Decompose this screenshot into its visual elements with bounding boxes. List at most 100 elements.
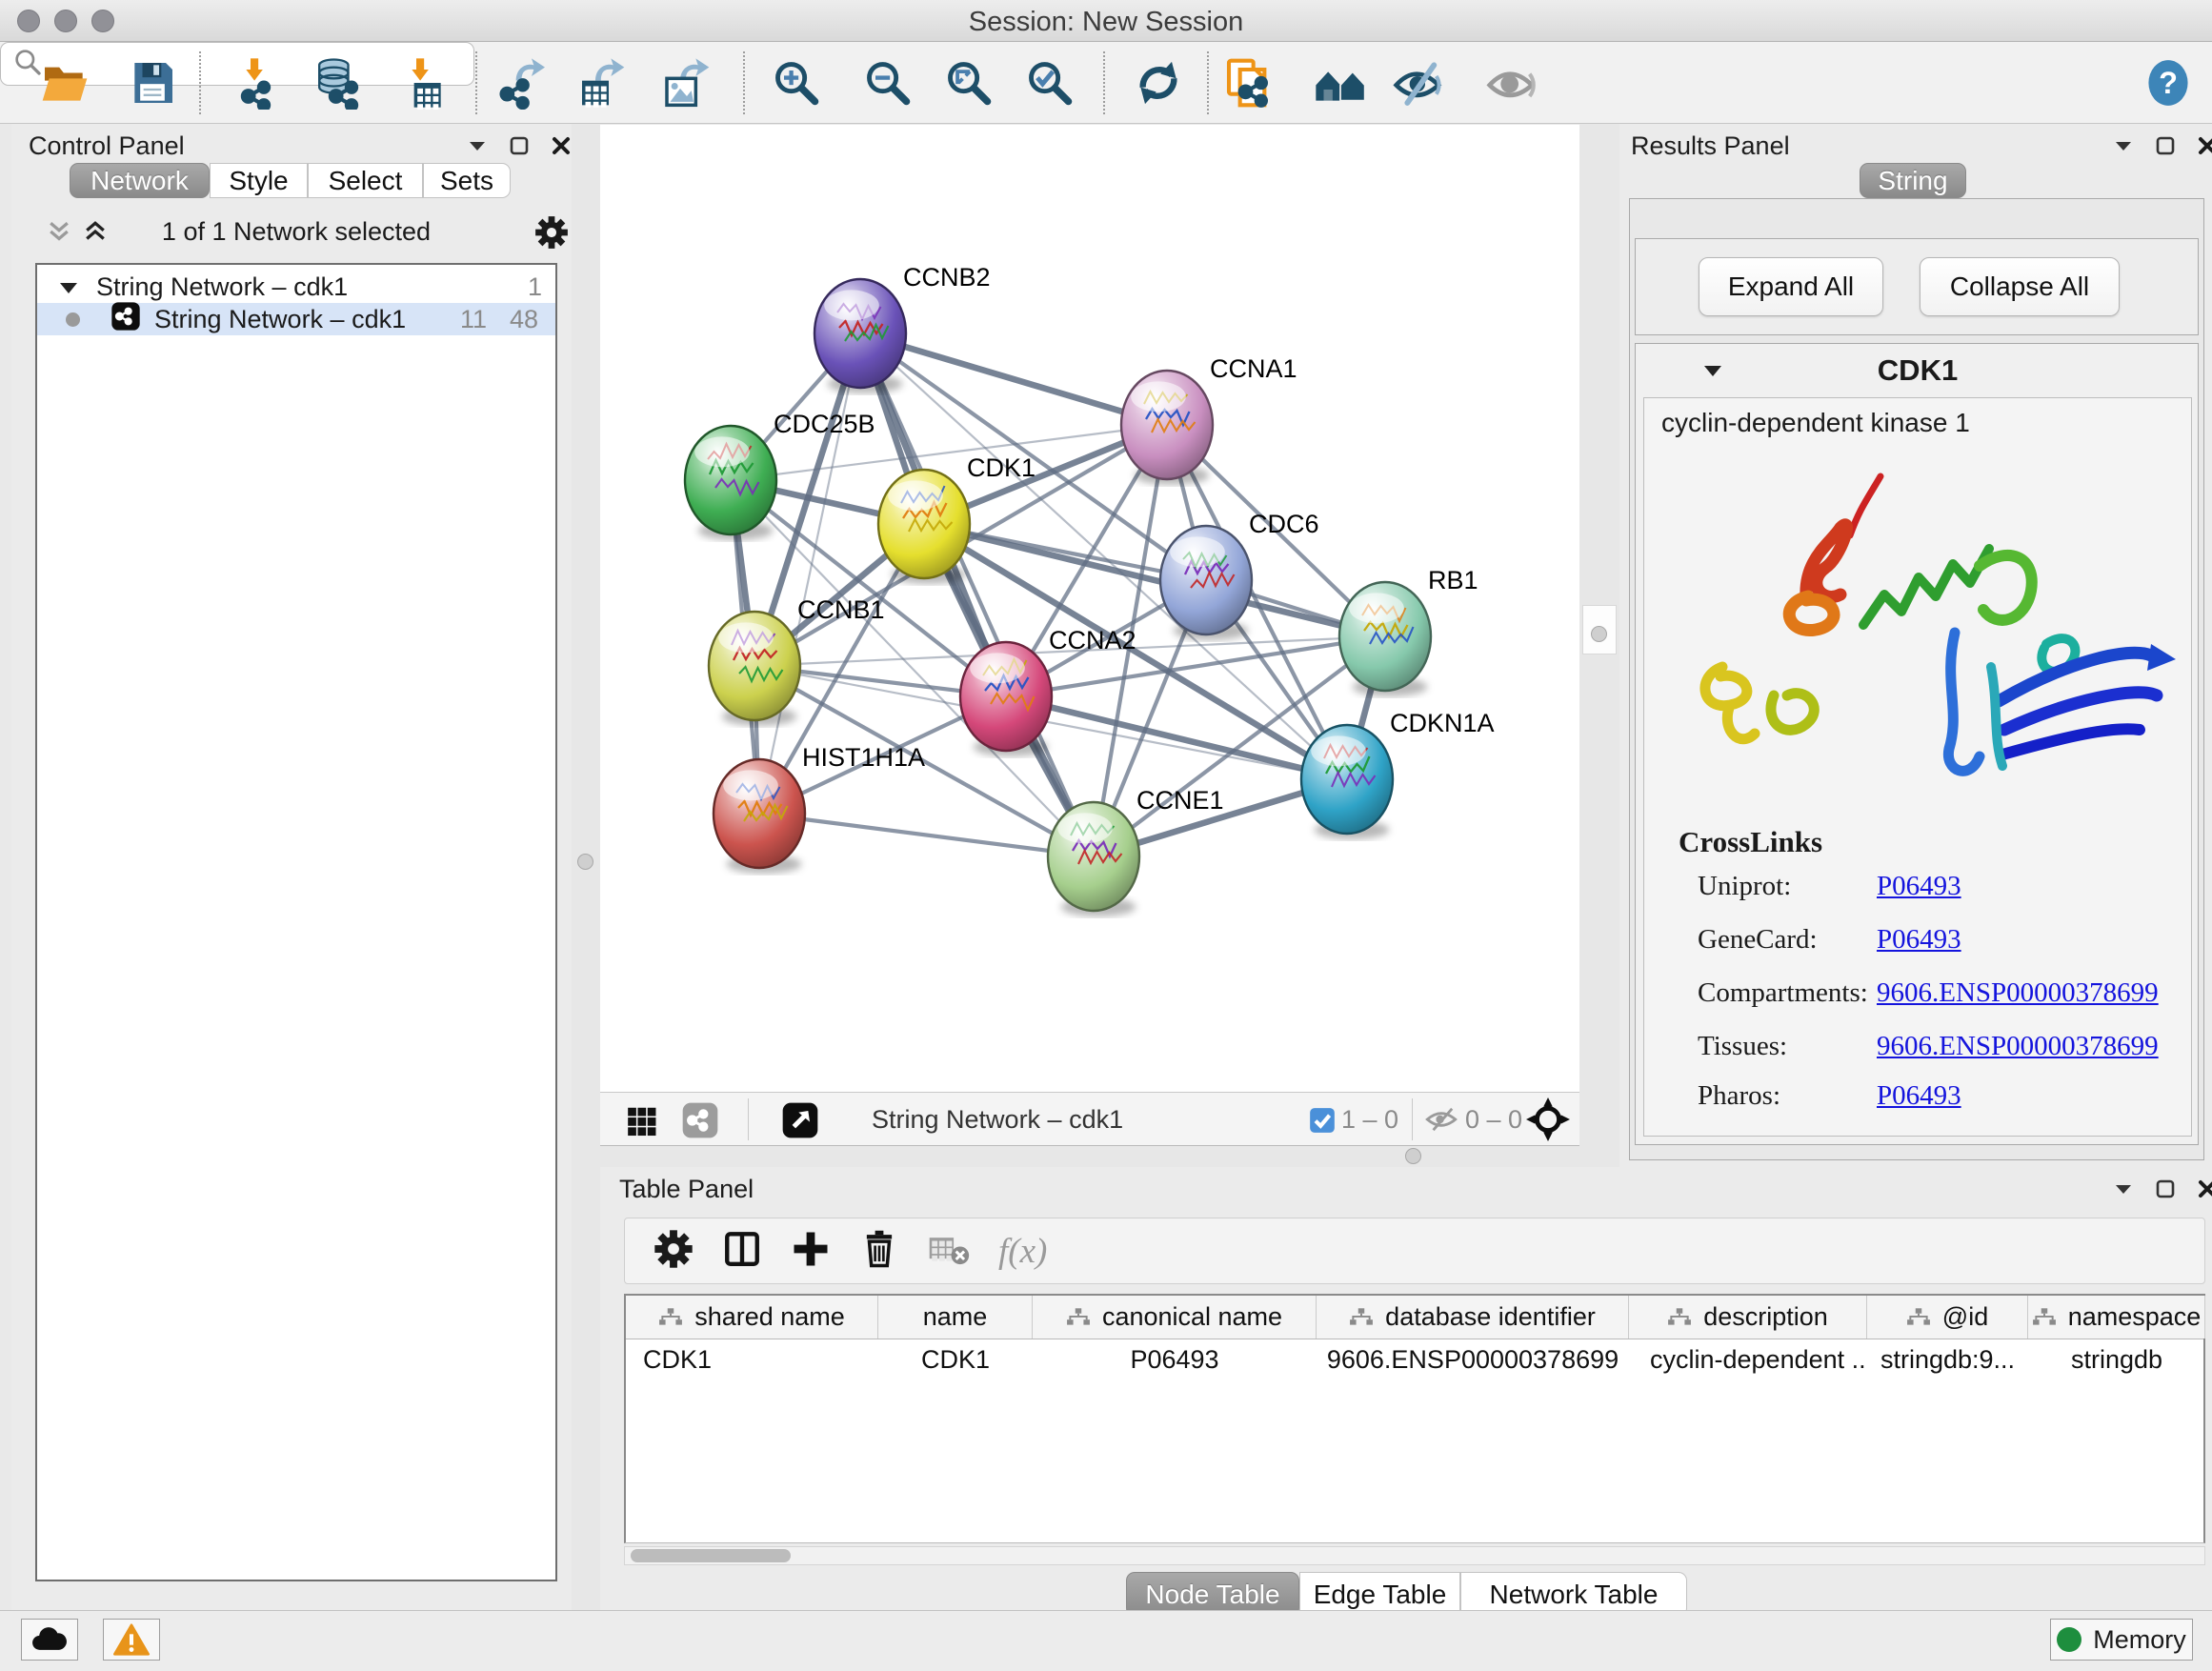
tab-select[interactable]: Select — [308, 163, 423, 198]
node-label-CCNB1: CCNB1 — [797, 595, 885, 624]
zoom-fit-icon[interactable] — [942, 56, 995, 110]
grid-view-icon[interactable] — [625, 1103, 661, 1144]
node-CCNB2[interactable]: CCNB2 — [814, 263, 991, 393]
tab-network[interactable]: Network — [70, 163, 210, 198]
node-CDK1[interactable]: CDK1 — [878, 453, 1036, 584]
cloud-button[interactable] — [21, 1619, 78, 1661]
node-CCNE1[interactable]: CCNE1 — [1048, 786, 1224, 916]
edge-CCNB2-CCNA1[interactable] — [860, 333, 1167, 425]
expand-all-button[interactable]: Expand All — [1699, 257, 1883, 316]
save-session-icon[interactable] — [126, 56, 179, 110]
status-bar: Memory — [0, 1610, 2212, 1671]
memory-label: Memory — [2093, 1625, 2186, 1655]
column-header-shared-name[interactable]: shared name — [626, 1296, 878, 1339]
table-panel: Table Panel f(x) shared nameCDK1nameCDK1… — [600, 1167, 2212, 1610]
string-network-graph[interactable]: CCNB2CCNA1CDC25BCDK1CDC6RB1CCNB1CCNA2CDK… — [600, 125, 1579, 1092]
tab-style[interactable]: Style — [210, 163, 308, 198]
edge-CCNB2-HIST1H1A[interactable] — [759, 333, 860, 814]
control-panel-close-icon[interactable] — [551, 135, 572, 161]
gene-symbol-heading: CDK1 — [1636, 353, 2200, 388]
left-splitter[interactable] — [572, 124, 600, 1610]
window-title: Session: New Session — [0, 7, 2212, 38]
column-header-name[interactable]: name — [878, 1296, 1033, 1339]
crosslink-genecard-link[interactable]: P06493 — [1877, 924, 1961, 956]
export-network-icon[interactable] — [498, 56, 552, 110]
tab-string[interactable]: String — [1860, 163, 1966, 198]
hide-selected-icon[interactable] — [1392, 56, 1445, 110]
import-table-file-icon[interactable] — [396, 56, 450, 110]
node-label-CDC25B: CDC25B — [774, 410, 875, 438]
column-header-database-identifier[interactable]: database identifier — [1317, 1296, 1629, 1339]
birdseye-view-icon[interactable] — [781, 1101, 819, 1144]
selected-checkbox-icon[interactable] — [1309, 1107, 1336, 1138]
results-panel: Results Panel String Expand All Collapse… — [1619, 124, 2212, 1167]
table-cell[interactable]: cyclin-dependent ... — [1629, 1339, 1867, 1380]
scrollbar-thumb[interactable] — [631, 1549, 791, 1562]
crosslink-tissues-link[interactable]: 9606.ENSP00000378699 — [1877, 1031, 2159, 1062]
node-RB1[interactable]: RB1 — [1339, 566, 1478, 696]
svg-text:?: ? — [2159, 66, 2178, 100]
new-network-from-selection-icon[interactable] — [1222, 56, 1276, 110]
tab-sets[interactable]: Sets — [423, 163, 511, 198]
crosslink-pharos-link[interactable]: P06493 — [1877, 1080, 1961, 1112]
toolbar-separator — [743, 51, 745, 114]
zoom-out-icon[interactable] — [861, 56, 915, 110]
export-table-icon[interactable] — [575, 56, 629, 110]
control-panel-float-icon[interactable] — [509, 135, 530, 161]
edge-CDK1-RB1[interactable] — [924, 524, 1385, 636]
table-cell[interactable]: stringdb — [2028, 1339, 2205, 1380]
column-header-canonical-name[interactable]: canonical name — [1033, 1296, 1317, 1339]
table-cell[interactable]: CDK1 — [626, 1339, 878, 1380]
import-network-file-icon[interactable] — [231, 56, 284, 110]
crosslink-compartments-link[interactable]: 9606.ENSP00000378699 — [1877, 977, 2159, 1009]
first-neighbors-icon[interactable] — [1314, 56, 1367, 110]
results-panel-collapse-icon[interactable] — [2113, 138, 2134, 158]
edge-CCNB2-CCNE1[interactable] — [860, 333, 1094, 856]
node-CDC6[interactable]: CDC6 — [1160, 510, 1319, 640]
export-image-icon[interactable] — [660, 56, 714, 110]
memory-button[interactable]: Memory — [2050, 1619, 2193, 1661]
column-header--id[interactable]: @id — [1867, 1296, 2028, 1339]
add-column-icon[interactable] — [791, 1229, 831, 1274]
table-toolbar: f(x) — [624, 1218, 2205, 1284]
gear-icon[interactable] — [654, 1229, 694, 1274]
table-cell[interactable]: 9606.ENSP00000378699 — [1317, 1339, 1629, 1380]
network-options-gear-icon[interactable] — [534, 215, 569, 254]
zoom-in-icon[interactable] — [770, 56, 823, 110]
column-header-namespace[interactable]: namespace — [2028, 1296, 2205, 1339]
node-CDKN1A[interactable]: CDKN1A — [1301, 709, 1495, 839]
import-network-database-icon[interactable] — [312, 56, 365, 110]
edge-HIST1H1A-CCNE1[interactable] — [759, 814, 1094, 856]
control-panel: Control Panel NetworkStyleSelectSets 1 o… — [11, 124, 572, 1610]
delete-column-icon[interactable] — [859, 1229, 899, 1274]
table-cell[interactable]: CDK1 — [878, 1339, 1033, 1380]
node-label-CCNA1: CCNA1 — [1210, 354, 1297, 383]
open-session-icon[interactable] — [38, 56, 91, 110]
zoom-selected-icon[interactable] — [1023, 56, 1076, 110]
hidden-elements-icon — [1425, 1106, 1458, 1137]
network-row-selected[interactable]: String Network – cdk1 11 48 — [37, 303, 555, 335]
network-collection-row[interactable]: String Network – cdk1 1 — [37, 271, 555, 303]
table-cell[interactable]: stringdb:9... — [1867, 1339, 2028, 1380]
string-network-icon — [111, 301, 141, 338]
table-horizontal-scrollbar[interactable] — [624, 1546, 2205, 1565]
node-table[interactable]: shared nameCDK1nameCDK1canonical nameP06… — [624, 1294, 2205, 1543]
column-header-description[interactable]: description — [1629, 1296, 1867, 1339]
fit-content-crosshair-icon[interactable] — [1526, 1097, 1570, 1146]
node-HIST1H1A[interactable]: HIST1H1A — [714, 743, 925, 874]
warnings-button[interactable] — [103, 1619, 160, 1661]
table-cell[interactable]: P06493 — [1033, 1339, 1317, 1380]
refresh-layout-icon[interactable] — [1132, 56, 1185, 110]
network-canvas[interactable]: CCNB2CCNA1CDC25BCDK1CDC6RB1CCNB1CCNA2CDK… — [600, 125, 1579, 1092]
table-panel-collapse-icon[interactable] — [2113, 1181, 2134, 1201]
results-panel-float-icon[interactable] — [2155, 135, 2176, 161]
results-panel-close-icon[interactable] — [2197, 135, 2212, 161]
right-splitter[interactable] — [1579, 124, 1619, 1167]
collapse-all-button[interactable]: Collapse All — [1920, 257, 2120, 316]
split-columns-icon[interactable] — [722, 1229, 762, 1274]
crosslink-uniprot-link[interactable]: P06493 — [1877, 871, 1961, 902]
control-panel-collapse-icon[interactable] — [467, 138, 488, 158]
help-button[interactable]: ? — [2142, 56, 2195, 110]
table-panel-close-icon[interactable] — [2197, 1178, 2212, 1204]
table-panel-float-icon[interactable] — [2155, 1178, 2176, 1204]
